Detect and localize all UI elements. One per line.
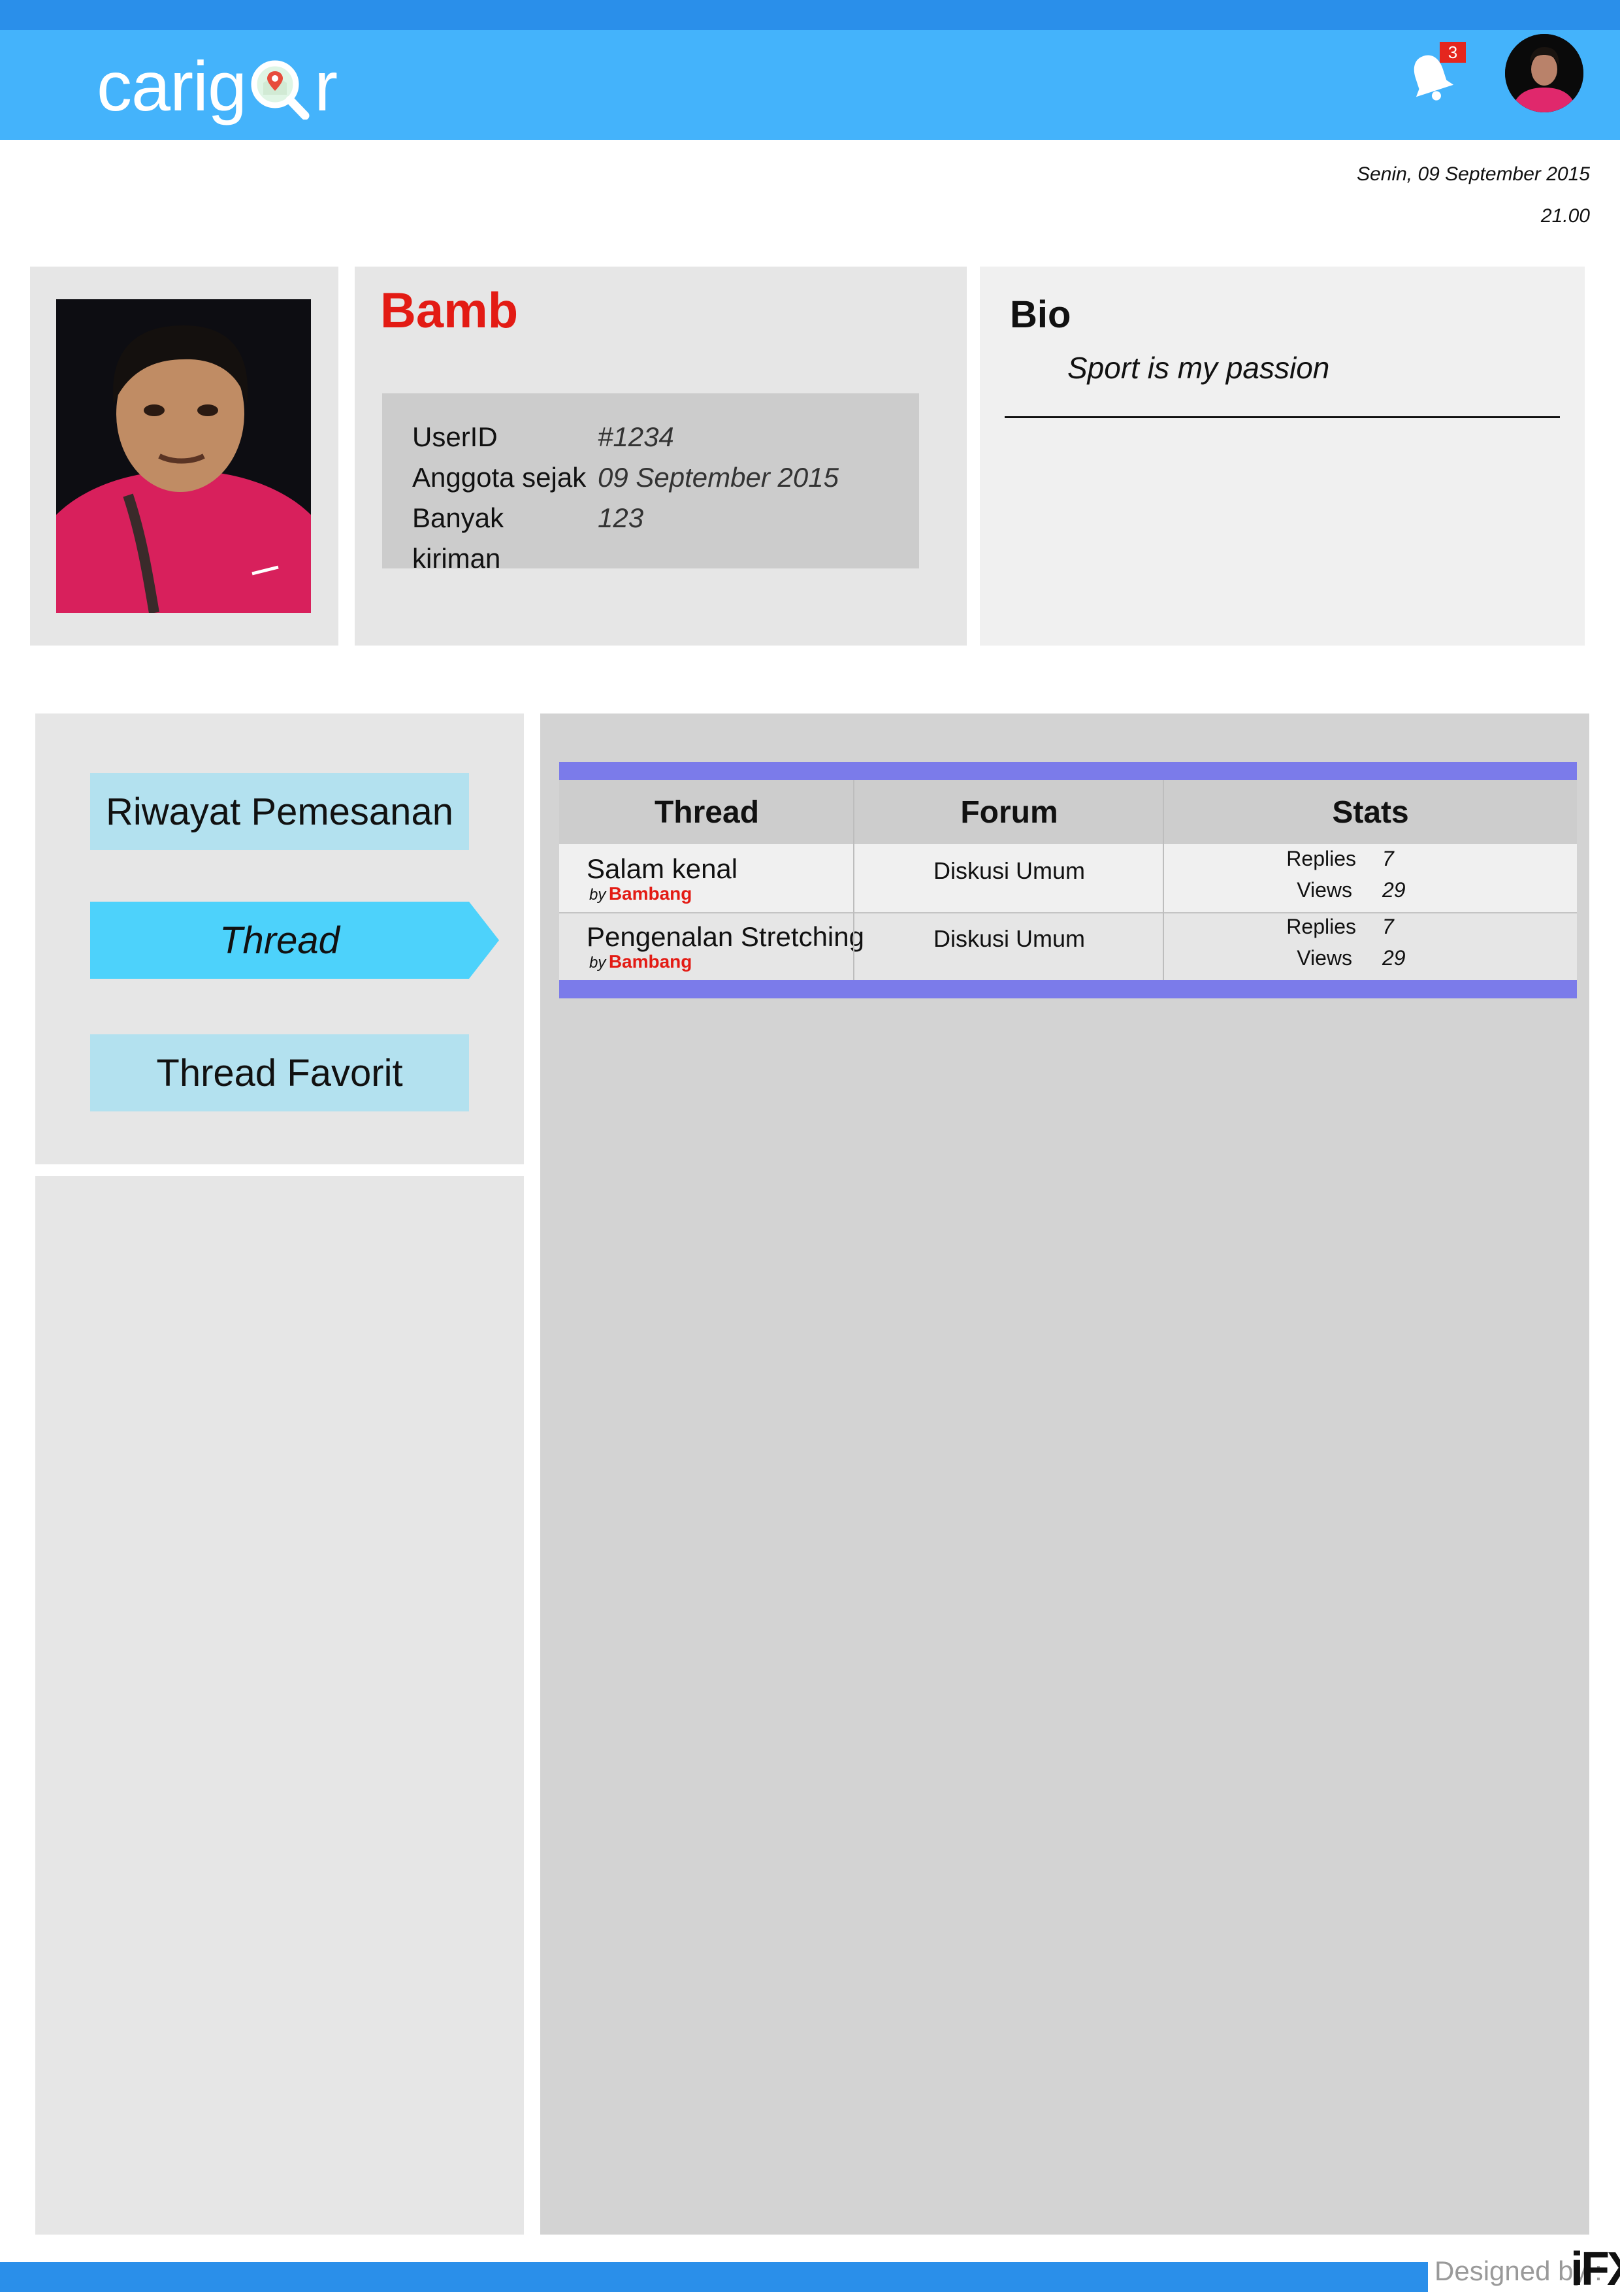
thread-author-link[interactable]: Bambang bbox=[609, 951, 692, 972]
info-row-member-since: Anggota sejak 09 September 2015 bbox=[412, 457, 889, 498]
column-header-stats[interactable]: Stats bbox=[1164, 780, 1577, 844]
thread-title-link[interactable]: Salam kenal bbox=[587, 853, 737, 885]
nav-thread-favorit[interactable]: Thread Favorit bbox=[90, 1034, 469, 1111]
views-label: Views bbox=[1297, 878, 1352, 902]
thread-title-link[interactable]: Pengenalan Stretching bbox=[587, 921, 864, 953]
profile-username: Bamb bbox=[380, 283, 519, 338]
profile-photo bbox=[56, 299, 311, 613]
info-label: Banyak kiriman bbox=[412, 502, 504, 574]
logo-text-g: g bbox=[208, 46, 247, 125]
info-label: Anggota sejak bbox=[412, 462, 587, 493]
table-bottom-band bbox=[559, 980, 1577, 998]
nav-riwayat-pemesanan[interactable]: Riwayat Pemesanan bbox=[90, 773, 469, 850]
info-row-post-count: Banyak kiriman 123 bbox=[412, 498, 889, 579]
carigor-logo[interactable]: cari g r bbox=[97, 37, 338, 135]
logo-text-cari: cari bbox=[97, 46, 208, 125]
thread-author-line: by Bambang bbox=[589, 883, 692, 904]
by-label: by bbox=[589, 954, 606, 972]
info-value: 09 September 2015 bbox=[598, 462, 839, 493]
column-divider bbox=[1163, 780, 1164, 998]
info-value: #1234 bbox=[598, 421, 674, 452]
header-top-strip bbox=[0, 0, 1620, 30]
column-header-forum[interactable]: Forum bbox=[854, 780, 1164, 844]
current-time: 21.00 bbox=[1540, 205, 1590, 227]
user-avatar[interactable] bbox=[1505, 34, 1583, 112]
thread-author-line: by Bambang bbox=[589, 951, 692, 972]
nav-thread-label: Thread bbox=[219, 919, 340, 962]
views-value: 29 bbox=[1382, 946, 1406, 970]
replies-label: Replies bbox=[1286, 915, 1356, 938]
nav-thread-active[interactable]: Thread bbox=[90, 902, 499, 979]
column-divider bbox=[853, 780, 854, 998]
current-date: Senin, 09 September 2015 bbox=[1357, 163, 1590, 185]
footer-bar bbox=[0, 2262, 1620, 2292]
column-header-thread[interactable]: Thread bbox=[559, 780, 854, 844]
info-row-userid: UserID #1234 bbox=[412, 417, 889, 457]
bio-divider bbox=[1005, 416, 1560, 418]
replies-label: Replies bbox=[1286, 847, 1356, 870]
views-value: 29 bbox=[1382, 878, 1406, 902]
bio-title: Bio bbox=[1010, 293, 1071, 336]
by-label: by bbox=[589, 886, 606, 904]
info-label: UserID bbox=[412, 421, 498, 452]
thread-author-link[interactable]: Bambang bbox=[609, 883, 692, 904]
replies-value: 7 bbox=[1382, 915, 1394, 938]
info-value: 123 bbox=[598, 502, 644, 533]
bio-text: Sport is my passion bbox=[1067, 351, 1330, 385]
thread-forum-link[interactable]: Diskusi Umum bbox=[854, 857, 1164, 885]
magnifier-map-icon bbox=[249, 54, 312, 120]
profile-info-box: UserID #1234 Anggota sejak 09 September … bbox=[382, 393, 919, 574]
table-top-band bbox=[559, 762, 1577, 780]
designer-logo: iFX bbox=[1570, 2243, 1620, 2295]
logo-text-r: r bbox=[314, 46, 338, 125]
notification-count-badge: 3 bbox=[1440, 42, 1466, 63]
views-label: Views bbox=[1297, 946, 1352, 970]
replies-value: 7 bbox=[1382, 847, 1394, 870]
thread-forum-link[interactable]: Diskusi Umum bbox=[854, 925, 1164, 953]
left-empty-panel bbox=[35, 1176, 524, 2235]
